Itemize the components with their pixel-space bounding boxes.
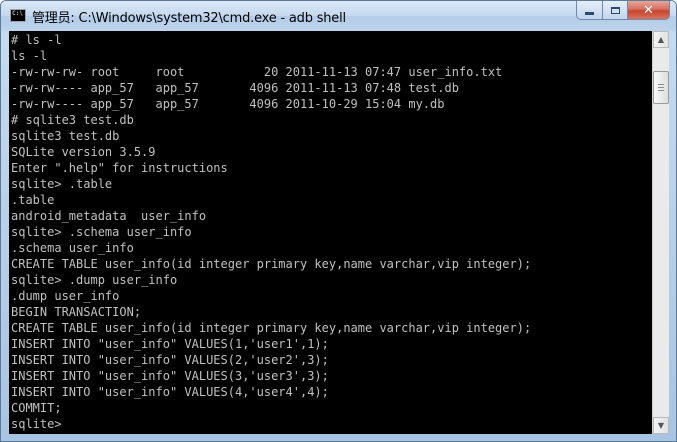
vertical-scrollbar[interactable]: ▲ ▼ (652, 31, 669, 434)
title-bar[interactable]: C:\ 管理员: C:\Windows\system32\cmd.exe - a… (1, 1, 676, 31)
console-line: sqlite3 test.db (11, 129, 120, 143)
console-output[interactable]: # ls -l ls -l -rw-rw-rw- root root 20 2011… (9, 31, 652, 434)
console-line: INSERT INTO "user_info" VALUES(4,'user4'… (11, 385, 329, 399)
maximize-icon (610, 6, 620, 14)
chevron-down-icon: ▼ (657, 421, 665, 430)
console-line: BEGIN TRANSACTION; (11, 305, 142, 319)
console-line: sqlite> .dump user_info (11, 273, 178, 287)
scroll-down-button[interactable]: ▼ (653, 417, 669, 434)
cmd-icon[interactable]: C:\ (10, 9, 26, 22)
thumb-grip-icon (658, 87, 664, 88)
close-button[interactable]: ✕ (627, 1, 670, 20)
console-line: # sqlite3 test.db (11, 113, 134, 127)
console-line: # ls -l (11, 33, 62, 47)
scroll-thumb[interactable] (653, 71, 669, 104)
console-line: CREATE TABLE user_info(id integer primar… (11, 257, 532, 271)
console-lines: # ls -l ls -l -rw-rw-rw- root root 20 2011… (11, 33, 531, 433)
console-line: .dump user_info (11, 289, 120, 303)
minimize-icon (585, 12, 594, 15)
cmd-window: C:\ 管理员: C:\Windows\system32\cmd.exe - a… (0, 0, 677, 442)
console-line: -rw-rw---- app_57 app_57 4096 2011-10-29… (11, 97, 445, 111)
console-line: sqlite> .schema user_info (11, 225, 192, 239)
console-line: -rw-rw-rw- root root 20 2011-11-13 07:47… (11, 65, 503, 79)
console-line: ls -l (11, 49, 48, 63)
console-line: COMMIT; (11, 401, 62, 415)
minimize-button[interactable] (576, 1, 602, 20)
console-line: sqlite> .table (11, 177, 113, 191)
console-line: sqlite> (11, 417, 62, 431)
console-line: .table (11, 193, 55, 207)
window-title: 管理员: C:\Windows\system32\cmd.exe - adb s… (32, 11, 346, 26)
thumb-grip-icon (658, 90, 664, 91)
chevron-up-icon: ▲ (657, 35, 665, 44)
thumb-grip-icon (658, 84, 664, 85)
console-line: -rw-rw---- app_57 app_57 4096 2011-11-13… (11, 81, 459, 95)
console-line: SQLite version 3.5.9 (11, 145, 156, 159)
console-line: .schema user_info (11, 241, 134, 255)
console-line: android_metadata user_info (11, 209, 207, 223)
caption-buttons: ✕ (576, 1, 670, 21)
cmd-icon-glyph: C:\ (12, 10, 23, 17)
console-line: INSERT INTO "user_info" VALUES(3,'user3'… (11, 369, 329, 383)
maximize-button[interactable] (602, 1, 627, 20)
close-icon: ✕ (643, 2, 654, 18)
console-line: Enter ".help" for instructions (11, 161, 228, 175)
console-line: INSERT INTO "user_info" VALUES(1,'user1'… (11, 337, 329, 351)
console-line: CREATE TABLE user_info(id integer primar… (11, 321, 532, 335)
scroll-up-button[interactable]: ▲ (653, 31, 669, 48)
console-line: INSERT INTO "user_info" VALUES(2,'user2'… (11, 353, 329, 367)
